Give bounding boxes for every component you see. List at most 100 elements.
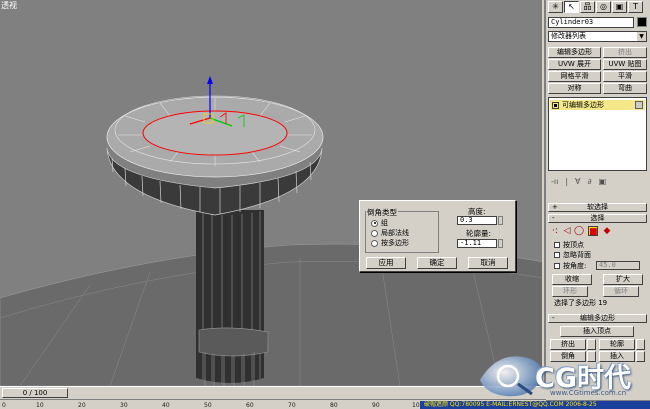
radio-button-by-polygon[interactable] <box>371 239 378 247</box>
pin-stack-icon[interactable]: -ıı <box>551 177 558 186</box>
radio-label-by-polygon: 按多边形 <box>381 239 409 247</box>
checkbox-box[interactable] <box>554 241 560 248</box>
hierarchy-tab-icon[interactable]: 品 <box>580 1 595 13</box>
configure-modifier-sets-icon[interactable]: ▣ <box>599 177 607 186</box>
edit-poly-button[interactable]: 编辑多边形 <box>548 47 601 58</box>
vertex-icon[interactable]: ·: <box>550 226 560 236</box>
collapse-icon: - <box>552 214 555 222</box>
utilities-tab-icon[interactable]: T <box>628 1 643 13</box>
edit-polygons-label: 编辑多边形 <box>580 314 615 322</box>
remove-modifier-icon[interactable]: ∂ <box>588 177 592 186</box>
by-angle-checkbox[interactable]: 按角度: <box>554 261 586 270</box>
modifier-stack[interactable]: 可编辑多边形 <box>548 97 647 171</box>
selection-info: 选择了多边形 19 <box>554 299 608 307</box>
display-tab-icon[interactable]: ▣ <box>612 1 627 13</box>
by-angle-label: 按角度: <box>563 261 587 270</box>
tick-label: 90 <box>372 402 380 409</box>
apply-button[interactable]: 应用 <box>366 257 406 269</box>
lightbulb-icon[interactable] <box>552 102 559 109</box>
uvw-map-button[interactable]: UVW 贴图 <box>603 59 647 70</box>
checkbox-box[interactable] <box>554 262 560 269</box>
chevron-down-icon: ▼ <box>637 32 646 41</box>
ignore-backfacing-checkbox[interactable]: 忽略背面 <box>554 250 591 259</box>
selection-label: 选择 <box>590 214 605 222</box>
tick-label: 0 <box>2 402 6 409</box>
footer-status-strip: 破帽遮颜 QQ:780095 E-MAIL:ERNEST@QQ.COM 2006… <box>420 401 650 409</box>
radio-local-normal[interactable]: 局部法线 <box>371 228 409 238</box>
tick-label: 70 <box>288 402 296 409</box>
symmetry-button[interactable]: 对称 <box>548 83 601 94</box>
extrude-button[interactable]: 挤出 <box>550 339 586 350</box>
object-name-field[interactable]: Cylinder03 <box>548 17 634 28</box>
expand-icon: + <box>552 203 558 211</box>
uvw-unwrap-button[interactable]: UVW 展开 <box>548 59 601 70</box>
viewport-label[interactable]: 透视 <box>1 0 17 11</box>
by-vertex-checkbox[interactable]: 按顶点 <box>554 240 584 249</box>
outline-field[interactable]: -1.11 <box>457 239 497 248</box>
smooth-button[interactable]: 平滑 <box>603 71 647 82</box>
command-panel-tabs: ✳ ↖ 品 ◎ ▣ T <box>548 1 643 13</box>
polygon-icon[interactable]: ■ <box>588 226 598 237</box>
tick-label: 20 <box>78 402 86 409</box>
radio-group[interactable]: 组 <box>371 218 388 228</box>
selection-rollout[interactable]: - 选择 <box>548 214 647 223</box>
modify-tab-icon[interactable]: ↖ <box>564 1 579 13</box>
modifier-list-dropdown[interactable]: 修改器列表 ▼ <box>548 31 647 42</box>
ok-button[interactable]: 确定 <box>417 257 457 269</box>
ignore-backfacing-label: 忽略背面 <box>563 250 591 259</box>
tick-label: 60 <box>246 402 254 409</box>
radio-label-local-normal: 局部法线 <box>381 229 409 237</box>
soft-selection-label: 软选择 <box>587 203 608 211</box>
insert-vertex-button[interactable]: 插入顶点 <box>560 326 634 337</box>
radio-button-local-normal[interactable] <box>371 229 378 237</box>
tick-label: 10 <box>36 402 44 409</box>
meshsmooth-button[interactable]: 网格平滑 <box>548 71 601 82</box>
show-end-result-icon[interactable]: | <box>565 177 568 186</box>
cg-logo-url: www.CGtimes.com.cn <box>550 389 627 397</box>
height-spinner-arrows[interactable] <box>498 216 503 225</box>
scene-3d[interactable] <box>0 0 544 386</box>
extrude-settings-button[interactable] <box>587 339 596 350</box>
object-color-swatch[interactable] <box>637 17 647 27</box>
grow-button[interactable]: 扩大 <box>603 274 643 285</box>
height-field[interactable]: 0.3 <box>457 216 497 225</box>
border-icon[interactable]: ◯ <box>574 226 584 236</box>
motion-tab-icon[interactable]: ◎ <box>596 1 611 13</box>
time-slider[interactable]: 0 / 100 <box>2 388 68 398</box>
bevel-dialog: 倒角类型 组 局部法线 按多边形 高度: 0.3 轮廓量: -1.11 应用 确… <box>359 200 516 272</box>
extrude-modifier-button[interactable]: 挤出 <box>603 47 647 58</box>
radio-label-group: 组 <box>381 219 388 227</box>
make-unique-icon[interactable]: ∀ <box>575 177 580 186</box>
soft-selection-rollout[interactable]: + 软选择 <box>548 203 647 212</box>
loop-button[interactable]: 循环 <box>603 286 639 297</box>
radio-by-polygon[interactable]: 按多边形 <box>371 238 409 248</box>
create-tab-icon[interactable]: ✳ <box>548 1 563 13</box>
outline-label: 轮廓量: <box>466 229 492 238</box>
edge-icon[interactable]: ◁ <box>562 226 572 236</box>
perspective-viewport[interactable]: 透视 倒角类型 组 局部法线 按多边形 高度: 0.3 轮廓量: -1.11 应… <box>0 0 544 386</box>
tick-label: 30 <box>120 402 128 409</box>
modifier-list-label: 修改器列表 <box>551 32 586 40</box>
outline-spinner-arrows[interactable] <box>498 239 503 248</box>
by-angle-field[interactable]: 45.0 <box>596 261 640 270</box>
bevel-type-label: 倒角类型 <box>366 207 398 218</box>
outline-button[interactable]: 轮廓 <box>599 339 635 350</box>
by-vertex-label: 按顶点 <box>563 240 584 249</box>
stack-toolbar: -ıı | ∀ ∂ ▣ <box>548 176 647 187</box>
radio-button-group[interactable] <box>371 219 378 227</box>
tick-label: 50 <box>204 402 212 409</box>
checkbox-box[interactable] <box>554 251 560 258</box>
tick-label: 40 <box>162 402 170 409</box>
outline-settings-button[interactable] <box>636 339 645 350</box>
stack-item-editable-poly[interactable]: 可编辑多边形 <box>550 100 645 110</box>
command-panel: ✳ ↖ 品 ◎ ▣ T Cylinder03 修改器列表 ▼ 编辑多边形 挤出 … <box>546 0 650 400</box>
collapse-icon: - <box>552 314 555 322</box>
bend-button[interactable]: 弯曲 <box>603 83 647 94</box>
stack-item-label: 可编辑多边形 <box>562 101 604 109</box>
shrink-button[interactable]: 收缩 <box>552 274 592 285</box>
cancel-button[interactable]: 取消 <box>468 257 508 269</box>
ring-button[interactable]: 环形 <box>552 286 588 297</box>
element-icon[interactable]: ◆ <box>602 226 612 236</box>
edit-polygons-rollout[interactable]: - 编辑多边形 <box>548 314 647 323</box>
tick-label: 80 <box>330 402 338 409</box>
